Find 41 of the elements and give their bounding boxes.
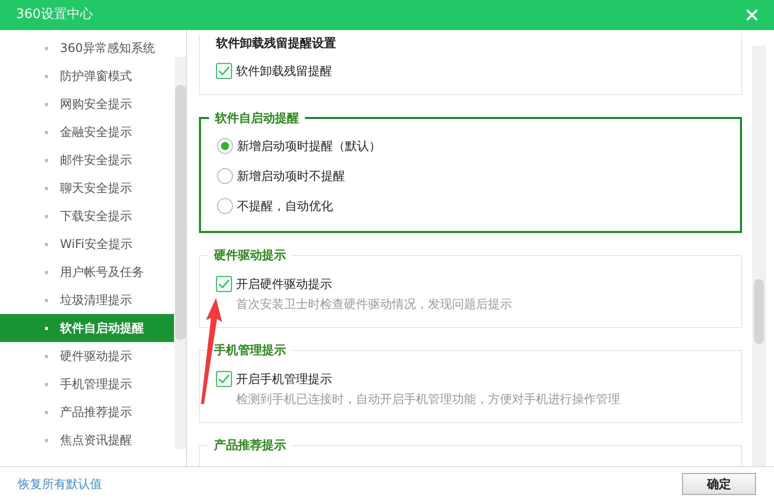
window-title: 360设置中心 — [16, 6, 93, 24]
option-label[interactable]: 新增启动项时提醒（默认） — [237, 137, 381, 155]
section-heading: 软件自启动提醒 — [209, 110, 305, 126]
check-icon — [218, 66, 230, 76]
option-description: 检测到手机已连接时，自动开启手机管理功能，方便对手机进行操作管理 — [235, 391, 621, 408]
sidebar-item[interactable]: 硬件驱动提示 — [0, 342, 174, 370]
sidebar-item[interactable]: 邮件安全提示 — [0, 146, 174, 174]
check-icon — [218, 279, 230, 289]
option-label[interactable]: 开启硬件驱动提示 — [236, 275, 332, 293]
option-label[interactable]: 软件卸载残留提醒 — [236, 62, 332, 80]
radio-button[interactable] — [217, 138, 233, 154]
checkbox[interactable] — [216, 63, 232, 79]
content-scrollbar[interactable] — [752, 46, 766, 466]
option-label[interactable]: 不提醒，自动优化 — [237, 197, 333, 215]
sidebar-item[interactable]: 聊天安全提示 — [0, 174, 174, 202]
section-heading: 硬件驱动提示 — [208, 247, 292, 263]
sidebar-item[interactable]: 金融安全提示 — [0, 118, 174, 146]
sidebar-item[interactable]: WiFi安全提示 — [0, 230, 174, 258]
option-label[interactable]: 开启手机管理提示 — [236, 370, 332, 388]
option-description: 首次安装卫士时检查硬件驱动情况，发现问题后提示 — [235, 296, 513, 313]
sidebar-item[interactable]: 焦点资讯提醒 — [0, 426, 174, 454]
sidebar-item[interactable]: 垃圾清理提示 — [0, 286, 174, 314]
check-icon — [218, 374, 230, 384]
sidebar-item[interactable]: 防护弹窗模式 — [0, 62, 174, 90]
close-icon[interactable] — [746, 9, 758, 21]
checkbox[interactable] — [216, 371, 232, 387]
sidebar-item[interactable]: 产品推荐提示 — [0, 398, 174, 426]
section-heading: 产品推荐提示 — [208, 437, 292, 453]
sidebar-item[interactable]: 手机管理提示 — [0, 370, 174, 398]
radio-button[interactable] — [217, 198, 233, 214]
sidebar-item[interactable]: 网购安全提示 — [0, 90, 174, 118]
sidebar-item[interactable]: 软件自启动提醒 — [0, 314, 174, 342]
sidebar-item[interactable]: 用户帐号及任务 — [0, 258, 174, 286]
ok-button[interactable]: 确定 — [682, 472, 756, 494]
sidebar-item[interactable]: 下载安全提示 — [0, 202, 174, 230]
radio-button[interactable] — [217, 168, 233, 184]
section-heading: 软件卸载残留提醒设置 — [216, 35, 337, 52]
sidebar-scrollbar[interactable] — [175, 57, 186, 449]
checkbox[interactable] — [216, 276, 232, 292]
option-label[interactable]: 新增启动项时不提醒 — [237, 167, 345, 185]
sidebar-item[interactable]: 360异常感知系统 — [0, 34, 174, 62]
